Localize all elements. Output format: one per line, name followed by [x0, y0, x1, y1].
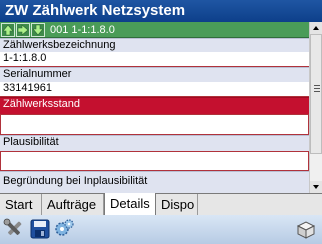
tab-auftraege[interactable]: Aufträge — [42, 194, 104, 216]
tab-start[interactable]: Start — [0, 194, 42, 216]
label-zaehlwerksstand: Zählwerksstand — [0, 97, 309, 114]
record-id: 001 1-1:1.8.0 — [50, 23, 115, 36]
label-serialnummer: Serialnummer — [0, 67, 309, 82]
label-begruendung: Begründung bei Inplausibilität — [0, 171, 309, 193]
tab-details[interactable]: Details — [104, 193, 156, 216]
nav-up-arrow-icon[interactable] — [1, 22, 15, 37]
field-serialnummer[interactable]: 33141961 — [0, 82, 309, 97]
label-plausibilitaet: Plausibilität — [0, 135, 309, 151]
details-panel: 001 1-1:1.8.0 Zählwerksbezeichnung 1-1:1… — [0, 22, 309, 193]
field-plausibilitaet[interactable] — [0, 151, 309, 171]
field-zaehlwerksstand[interactable] — [0, 114, 309, 135]
tab-bar: Start Aufträge Details Dispo — [0, 193, 322, 216]
scrollbar-grip-icon — [314, 85, 320, 94]
nav-down-arrow-icon[interactable] — [31, 22, 45, 37]
label-zaehlwerksbezeichnung: Zählwerksbezeichnung — [0, 38, 309, 52]
bottom-toolbar — [0, 215, 322, 244]
scrollbar-thumb[interactable] — [310, 34, 322, 154]
window-title: ZW Zählwerk Netzsystem — [0, 0, 322, 22]
field-zaehlwerksbezeichnung[interactable]: 1-1:1.8.0 — [0, 52, 309, 67]
record-navigation: 001 1-1:1.8.0 — [0, 22, 309, 38]
vertical-scrollbar[interactable] — [309, 22, 322, 193]
scroll-down-arrow-icon[interactable] — [310, 181, 322, 193]
tab-dispo[interactable]: Dispo — [156, 194, 198, 216]
nav-forward-arrow-icon[interactable] — [16, 22, 30, 37]
tools-icon[interactable] — [3, 218, 25, 240]
settings-gears-icon[interactable] — [53, 218, 75, 240]
save-disk-icon[interactable] — [29, 218, 51, 240]
scroll-up-arrow-icon[interactable] — [310, 22, 322, 34]
box-icon[interactable] — [295, 218, 317, 240]
